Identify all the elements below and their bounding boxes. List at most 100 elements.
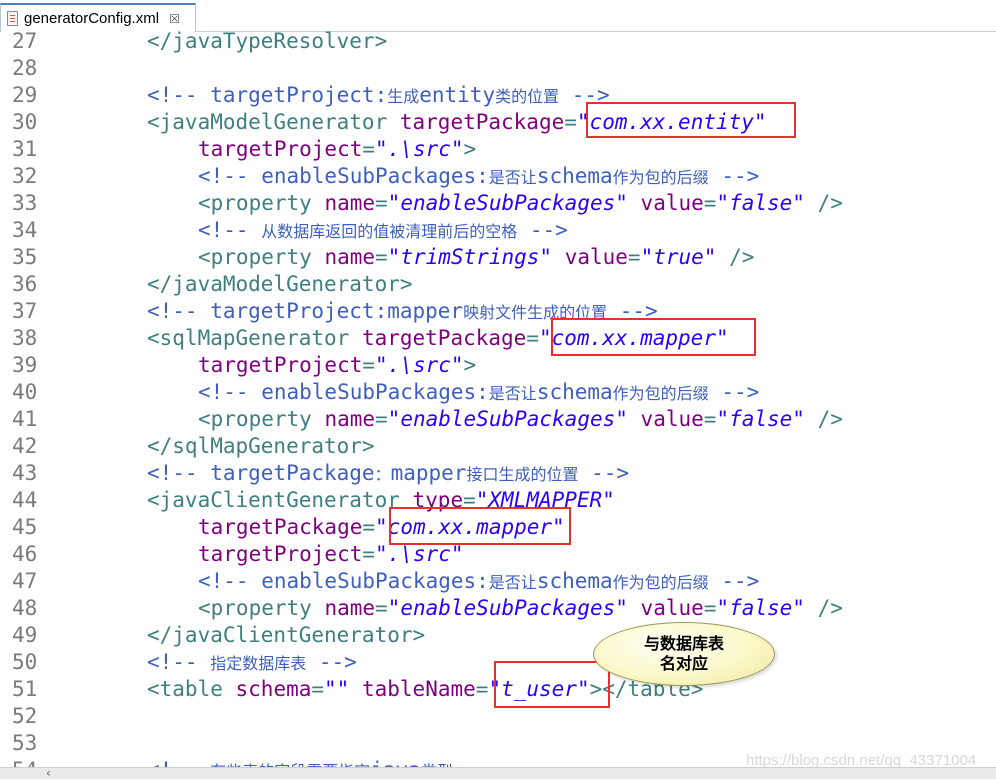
code-token: entity xyxy=(419,83,496,107)
line-number: 36 xyxy=(12,272,38,296)
code-token: = xyxy=(362,353,376,377)
code-token: schema xyxy=(536,164,613,188)
code-token: /> xyxy=(716,245,755,269)
code-token: = xyxy=(362,137,376,161)
line-number: 34 xyxy=(12,218,38,242)
code-line: 36 </javaModelGenerator> xyxy=(0,271,996,298)
code-token: </sqlMapGenerator> xyxy=(147,434,375,458)
code-token: targetPackage xyxy=(361,326,527,350)
code-text: <property name="enableSubPackages" value… xyxy=(147,190,843,217)
code-token: 类的位置 xyxy=(495,87,560,106)
code-token: --> xyxy=(306,650,357,674)
line-number: 27 xyxy=(12,29,38,53)
code-token: targetPackage xyxy=(399,110,565,134)
code-token: = xyxy=(564,110,577,134)
close-icon[interactable]: ☒ xyxy=(169,12,180,26)
code-token: 是否让 xyxy=(488,168,537,187)
code-line: 42 </sqlMapGenerator> xyxy=(0,433,996,460)
code-text: </javaModelGenerator> xyxy=(147,271,413,298)
code-token: ： xyxy=(374,465,391,484)
code-token: name xyxy=(324,596,376,620)
highlight-client-package xyxy=(389,507,571,545)
code-token: --> xyxy=(708,380,760,404)
code-line: 33 <property name="enableSubPackages" val… xyxy=(0,190,996,217)
code-line: 34 <!-- 从数据库返回的值被清理前后的空格 --> xyxy=(0,217,996,244)
code-token: <!-- targetProject:mapper xyxy=(147,299,464,323)
horizontal-scrollbar[interactable]: ‹ xyxy=(0,766,996,780)
line-number: 49 xyxy=(12,623,38,647)
code-token: "false" xyxy=(716,407,805,431)
code-token: </javaModelGenerator> xyxy=(147,272,413,296)
code-token: mapper xyxy=(390,461,467,485)
code-text: </javaTypeResolver> xyxy=(147,28,387,55)
code-text: targetProject=".\src" xyxy=(147,541,464,568)
code-token: <property xyxy=(198,191,325,215)
code-line: 48 <property name="enableSubPackages" val… xyxy=(0,595,996,622)
code-token: <!-- xyxy=(198,218,262,242)
line-number: 54 xyxy=(12,757,37,767)
code-token: ".\src" xyxy=(375,542,464,566)
code-token: --> xyxy=(708,164,760,188)
code-line: 46 targetProject=".\src" xyxy=(0,541,996,568)
scroll-left-icon[interactable]: ‹ xyxy=(46,766,51,780)
line-number: 32 xyxy=(12,164,38,188)
code-token: --> xyxy=(578,461,630,485)
code-token: targetProject xyxy=(198,353,363,377)
code-token: "trimStrings" xyxy=(387,245,553,269)
code-text: <!-- enableSubPackages:是否让schema作为包的后缀 -… xyxy=(147,568,759,596)
code-token: /> xyxy=(804,191,843,215)
line-number: 44 xyxy=(12,488,38,512)
code-token: = xyxy=(703,407,717,431)
code-token: --> xyxy=(517,218,568,242)
line-number: 40 xyxy=(12,380,38,404)
code-token: 接口生成的位置 xyxy=(466,465,579,484)
code-token: <sqlMapGenerator xyxy=(147,326,362,350)
code-token: = xyxy=(362,515,376,539)
callout-line-2: 名对应 xyxy=(659,654,708,673)
code-token: 作为包的后缀 xyxy=(612,384,709,403)
code-token: = xyxy=(475,677,489,701)
line-number: 43 xyxy=(12,461,38,485)
highlight-table-name xyxy=(494,661,610,708)
code-line: 47 <!-- enableSubPackages:是否让schema作为包的后缀… xyxy=(0,568,996,595)
callout-bubble: 与数据库表 名对应 xyxy=(593,622,775,686)
code-token: java xyxy=(370,758,421,767)
code-text: targetProject=".\src"> xyxy=(147,136,476,163)
code-line: 40 <!-- enableSubPackages:是否让schema作为包的后缀… xyxy=(0,379,996,406)
code-token: <property xyxy=(198,407,325,431)
code-line: 32 <!-- enableSubPackages:是否让schema作为包的后缀… xyxy=(0,163,996,190)
code-token: name xyxy=(324,407,376,431)
code-token: </javaClientGenerator> xyxy=(147,623,426,647)
line-number: 45 xyxy=(12,515,38,539)
code-token: schema xyxy=(235,677,312,701)
code-line: 31 targetProject=".\src"> xyxy=(0,136,996,163)
highlight-entity-package xyxy=(586,102,796,138)
code-line: 27 </javaTypeResolver> xyxy=(0,28,996,55)
line-number: 29 xyxy=(12,83,38,107)
line-number: 46 xyxy=(12,542,38,566)
code-token: value xyxy=(640,191,704,215)
code-text: <!-- targetPackage：mapper接口生成的位置 --> xyxy=(147,460,629,488)
code-token: = xyxy=(703,596,717,620)
code-token: "false" xyxy=(716,596,805,620)
code-token: </javaTypeResolver> xyxy=(147,29,388,53)
code-token: "true" xyxy=(640,245,717,269)
line-number: 38 xyxy=(12,326,38,350)
line-number: 31 xyxy=(12,137,38,161)
line-number: 37 xyxy=(12,299,38,323)
code-token: = xyxy=(362,542,376,566)
code-token: <table xyxy=(147,677,236,701)
code-text: <!-- enableSubPackages:是否让schema作为包的后缀 -… xyxy=(147,163,759,191)
code-token: > xyxy=(463,137,477,161)
code-token: ".\src" xyxy=(375,353,464,377)
code-editor[interactable]: 27 </javaTypeResolver> 28 29 <!-- targetProj… xyxy=(0,28,996,767)
code-token: targetProject xyxy=(198,137,363,161)
code-text: </sqlMapGenerator> xyxy=(147,433,375,460)
tab-title: generatorConfig.xml xyxy=(24,10,160,27)
code-token: 作为包的后缀 xyxy=(612,168,709,187)
code-token: value xyxy=(640,596,704,620)
highlight-sqlmap-package xyxy=(551,318,756,356)
